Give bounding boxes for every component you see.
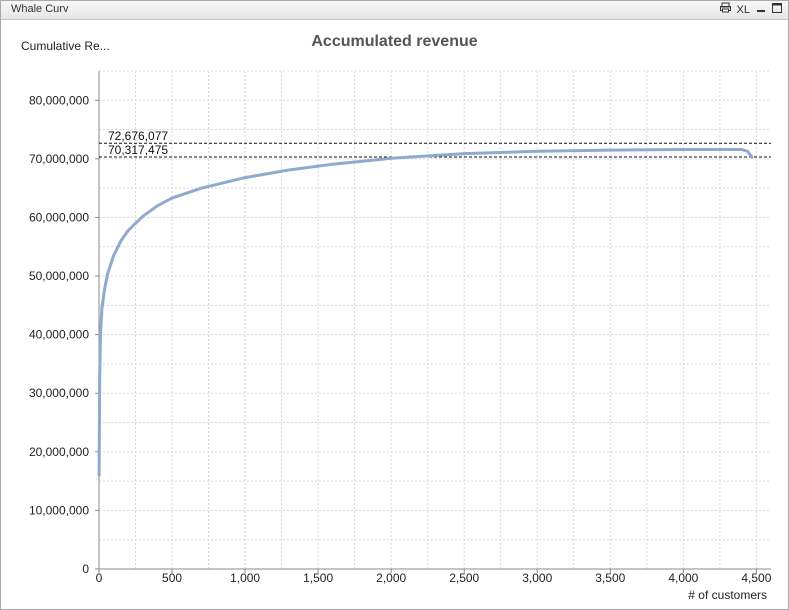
x-tick-label: 2,000: [376, 571, 406, 585]
x-tick-label: 1,500: [303, 571, 333, 585]
y-tick-label: 50,000,000: [29, 269, 89, 283]
y-tick-label: 70,000,000: [29, 152, 89, 166]
x-axis-title: # of customers: [688, 588, 767, 602]
y-tick-label: 80,000,000: [29, 93, 89, 107]
y-tick-label: 30,000,000: [29, 386, 89, 400]
x-tick-label: 3,000: [522, 571, 552, 585]
y-tick-label: 10,000,000: [29, 503, 89, 517]
chart-window: Whale Curv XL Cumulative Re... Accumulat…: [0, 0, 789, 610]
x-tick-label: 2,500: [449, 571, 479, 585]
y-tick-label: 60,000,000: [29, 210, 89, 224]
reference-line-label: 72,676,077: [108, 129, 168, 143]
x-tick-label: 4,000: [668, 571, 698, 585]
x-tick-label: 4,500: [741, 571, 771, 585]
series-line: [97, 148, 754, 477]
x-tick-label: 3,500: [595, 571, 625, 585]
y-tick-label: 20,000,000: [29, 445, 89, 459]
reference-line-label: 70,317,475: [108, 143, 168, 157]
x-tick-label: 500: [162, 571, 182, 585]
y-tick-label: 40,000,000: [29, 328, 89, 342]
x-tick-label: 0: [96, 571, 103, 585]
y-tick-label: 0: [82, 562, 89, 576]
line-chart: 0 500 1,000 1,500 2,000 2,500 3,000 3,500 4,000 4…: [29, 70, 772, 602]
x-tick-label: 1,000: [230, 571, 260, 585]
